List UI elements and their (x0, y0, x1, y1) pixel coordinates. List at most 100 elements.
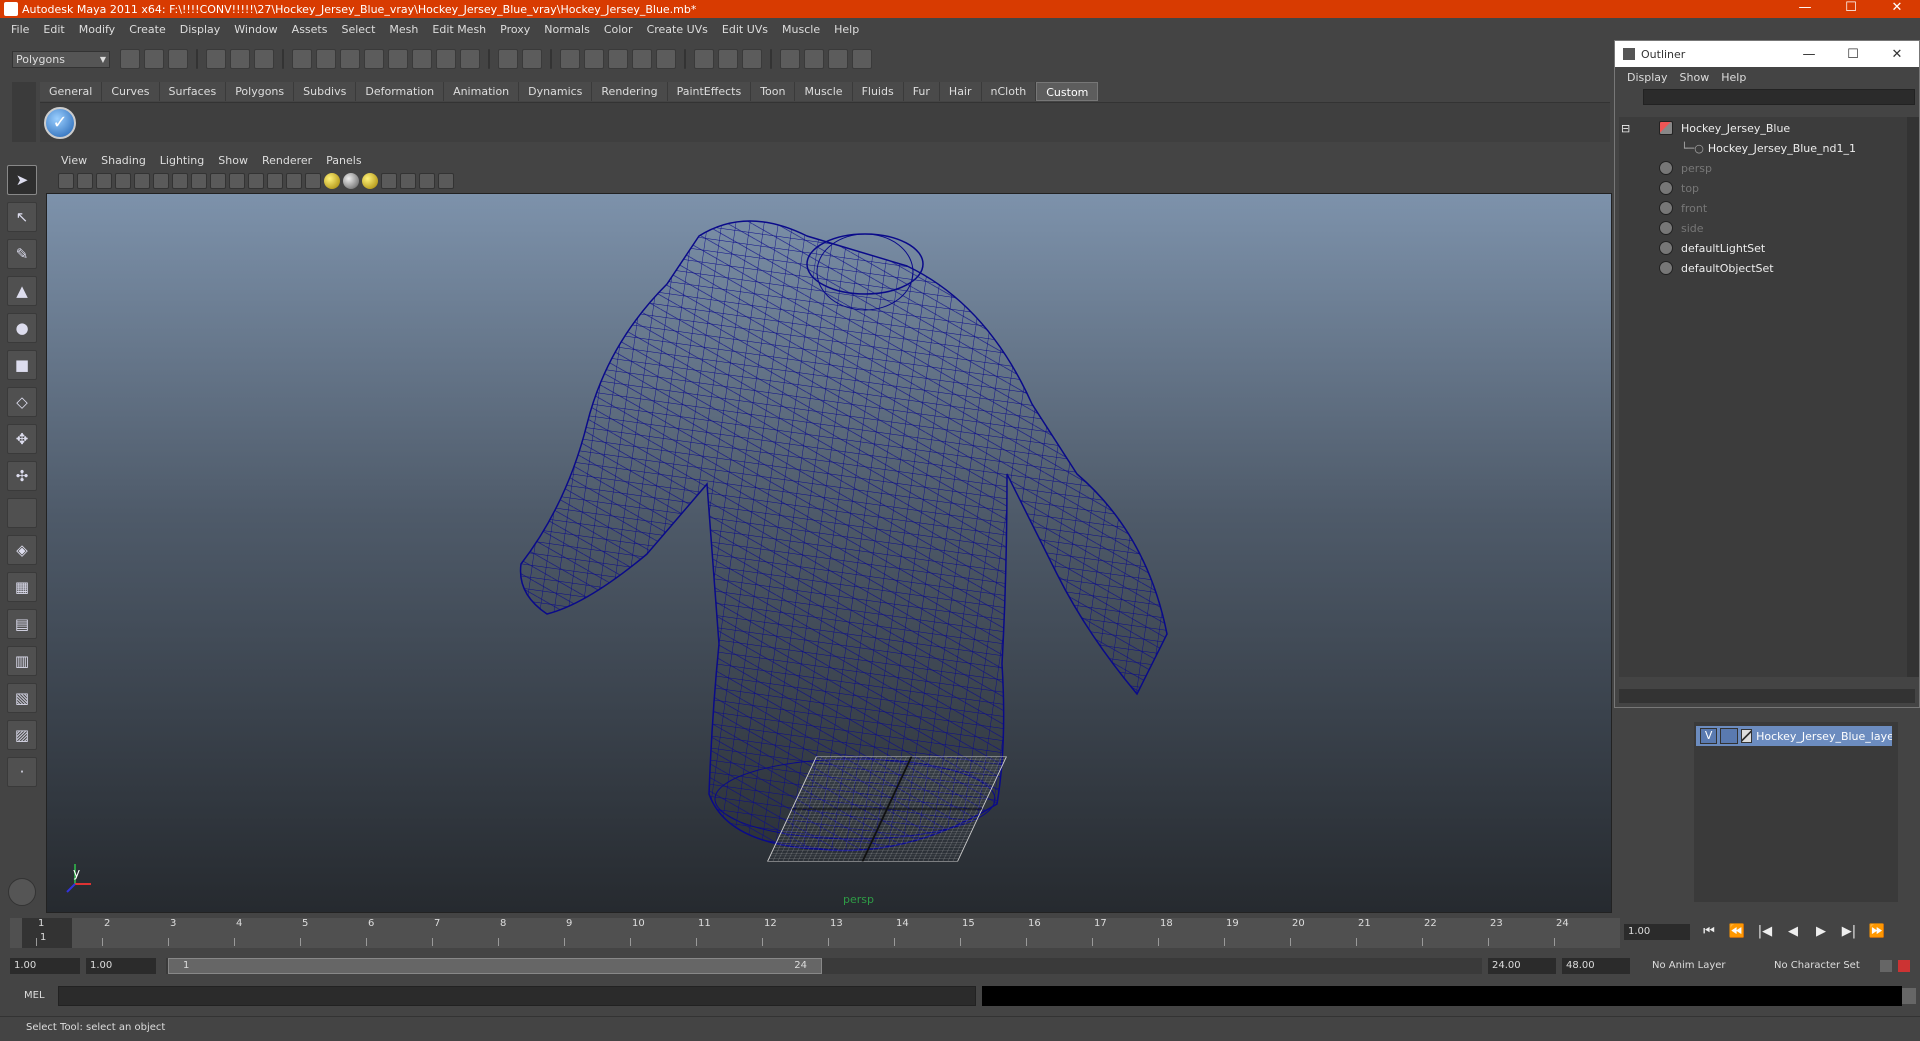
go-to-start-button[interactable]: ⏮ (1700, 924, 1718, 939)
render-settings-icon[interactable] (608, 49, 628, 69)
smooth-shade-icon[interactable] (267, 173, 283, 189)
menu-mesh[interactable]: Mesh (382, 23, 425, 36)
tab-hair[interactable]: Hair (939, 82, 982, 101)
soft-mod-tool-icon[interactable]: ✥ (7, 424, 37, 454)
film-gate-icon[interactable] (172, 173, 188, 189)
render-view-icon[interactable] (656, 49, 676, 69)
tab-rendering[interactable]: Rendering (592, 82, 668, 101)
select-hierarchy-icon[interactable] (206, 49, 226, 69)
outliner-toggle-icon[interactable] (828, 49, 848, 69)
lock-icon[interactable] (498, 49, 518, 69)
snap-plane-icon[interactable] (388, 49, 408, 69)
range-slider[interactable]: 1 24 (166, 958, 1482, 974)
tab-animation[interactable]: Animation (444, 82, 520, 101)
viewport-persp[interactable]: y persp (46, 193, 1612, 913)
outliner-menu-display[interactable]: Display (1621, 71, 1674, 84)
channel-box-icon[interactable] (742, 49, 762, 69)
tab-fluids[interactable]: Fluids (852, 82, 904, 101)
current-frame-marker[interactable]: 1 (22, 918, 72, 948)
camera-select-icon[interactable] (58, 173, 74, 189)
tab-muscle[interactable]: Muscle (795, 82, 853, 101)
panel-menu-renderer[interactable]: Renderer (255, 154, 319, 167)
menu-display[interactable]: Display (173, 23, 228, 36)
menu-muscle[interactable]: Muscle (775, 23, 827, 36)
snap-surface-icon[interactable] (412, 49, 432, 69)
attribute-editor-icon[interactable] (780, 49, 800, 69)
xray-icon[interactable] (400, 173, 416, 189)
tab-toon[interactable]: Toon (751, 82, 796, 101)
shadows-icon[interactable] (343, 173, 359, 189)
snap-curve-icon[interactable] (340, 49, 360, 69)
safe-title-icon[interactable] (229, 173, 245, 189)
pick-mask-icon[interactable] (292, 49, 312, 69)
layout-custom-icon[interactable]: ▨ (7, 720, 37, 750)
menu-edit[interactable]: Edit (36, 23, 71, 36)
command-input[interactable] (58, 986, 976, 1006)
list-item[interactable]: defaultLightSet (1659, 239, 1765, 257)
tab-ncloth[interactable]: nCloth (981, 82, 1037, 101)
shelf-menu-handle[interactable] (12, 82, 36, 142)
panel-menu-panels[interactable]: Panels (319, 154, 368, 167)
image-plane-icon[interactable] (115, 173, 131, 189)
wireframe-icon[interactable] (248, 173, 264, 189)
layout-four-view-icon[interactable]: ▦ (7, 572, 37, 602)
play-backward-button[interactable]: ◀ (1784, 924, 1802, 939)
outliner-minimize-button[interactable]: — (1787, 47, 1831, 62)
select-tool-icon[interactable]: ➤ (7, 165, 37, 195)
start-time-field[interactable]: 1.00 (10, 958, 80, 974)
play-forward-button[interactable]: ▶ (1812, 924, 1830, 939)
tab-general[interactable]: General (40, 82, 103, 101)
tab-fur[interactable]: Fur (903, 82, 940, 101)
show-manipulator-icon[interactable]: ✣ (7, 461, 37, 491)
select-highlight-icon[interactable] (522, 49, 542, 69)
layout-persp-outliner-icon[interactable]: ▤ (7, 609, 37, 639)
tab-curves[interactable]: Curves (102, 82, 160, 101)
checkmark-icon[interactable]: ✓ (44, 107, 76, 139)
menu-modify[interactable]: Modify (72, 23, 122, 36)
list-item[interactable]: defaultObjectSet (1659, 259, 1774, 277)
lasso-tool-icon[interactable]: ↖ (7, 202, 37, 232)
tab-dynamics[interactable]: Dynamics (519, 82, 593, 101)
list-item[interactable]: front (1659, 199, 1707, 217)
menu-window[interactable]: Window (227, 23, 284, 36)
tab-painteffects[interactable]: PaintEffects (667, 82, 752, 101)
menu-create-uvs[interactable]: Create UVs (640, 23, 715, 36)
list-item[interactable]: Hockey_Jersey_Blue (1659, 119, 1790, 137)
layout-persp-graph-icon[interactable]: ▥ (7, 646, 37, 676)
lights-icon[interactable] (324, 173, 340, 189)
range-slider-bar[interactable]: 1 24 (168, 958, 822, 974)
tool-settings-icon[interactable] (804, 49, 824, 69)
layer-type-toggle[interactable] (1720, 728, 1738, 744)
step-back-key-button[interactable]: ⏪ (1728, 924, 1746, 939)
outliner-close-button[interactable]: ✕ (1875, 47, 1919, 62)
tab-custom[interactable]: Custom (1036, 82, 1099, 101)
isolate-select-icon[interactable] (381, 173, 397, 189)
render-frame-icon[interactable] (560, 49, 580, 69)
grid-toggle-icon[interactable] (153, 173, 169, 189)
select-component-icon[interactable] (254, 49, 274, 69)
wireframe-on-shaded-icon[interactable] (286, 173, 302, 189)
paint-select-tool-icon[interactable]: ✎ (7, 239, 37, 269)
menu-normals[interactable]: Normals (537, 23, 597, 36)
layout-hypershade-icon[interactable]: ▧ (7, 683, 37, 713)
new-scene-icon[interactable] (120, 49, 140, 69)
character-set-dropdown[interactable]: No Character Set (1770, 958, 1880, 974)
layout-two-icon[interactable] (718, 49, 738, 69)
anim-layer-dropdown[interactable]: No Anim Layer (1648, 958, 1758, 974)
xray-joints-icon[interactable] (419, 173, 435, 189)
list-item[interactable]: persp (1659, 159, 1712, 177)
end-time-field[interactable]: 48.00 (1562, 958, 1630, 974)
tab-subdivs[interactable]: Subdivs (294, 82, 357, 101)
open-scene-icon[interactable] (144, 49, 164, 69)
camera-attributes-icon[interactable] (77, 173, 93, 189)
select-object-icon[interactable] (230, 49, 250, 69)
tab-surfaces[interactable]: Surfaces (159, 82, 227, 101)
outliner-horizontal-scrollbar[interactable] (1619, 689, 1915, 703)
default-light-icon[interactable] (362, 173, 378, 189)
panel-menu-view[interactable]: View (54, 154, 94, 167)
scale-tool-icon[interactable]: ■ (7, 350, 37, 380)
bookmark-icon[interactable] (96, 173, 112, 189)
menu-set-dropdown[interactable]: Polygons (12, 50, 110, 68)
tab-deformation[interactable]: Deformation (356, 82, 445, 101)
playback-end-field[interactable]: 24.00 (1488, 958, 1556, 974)
